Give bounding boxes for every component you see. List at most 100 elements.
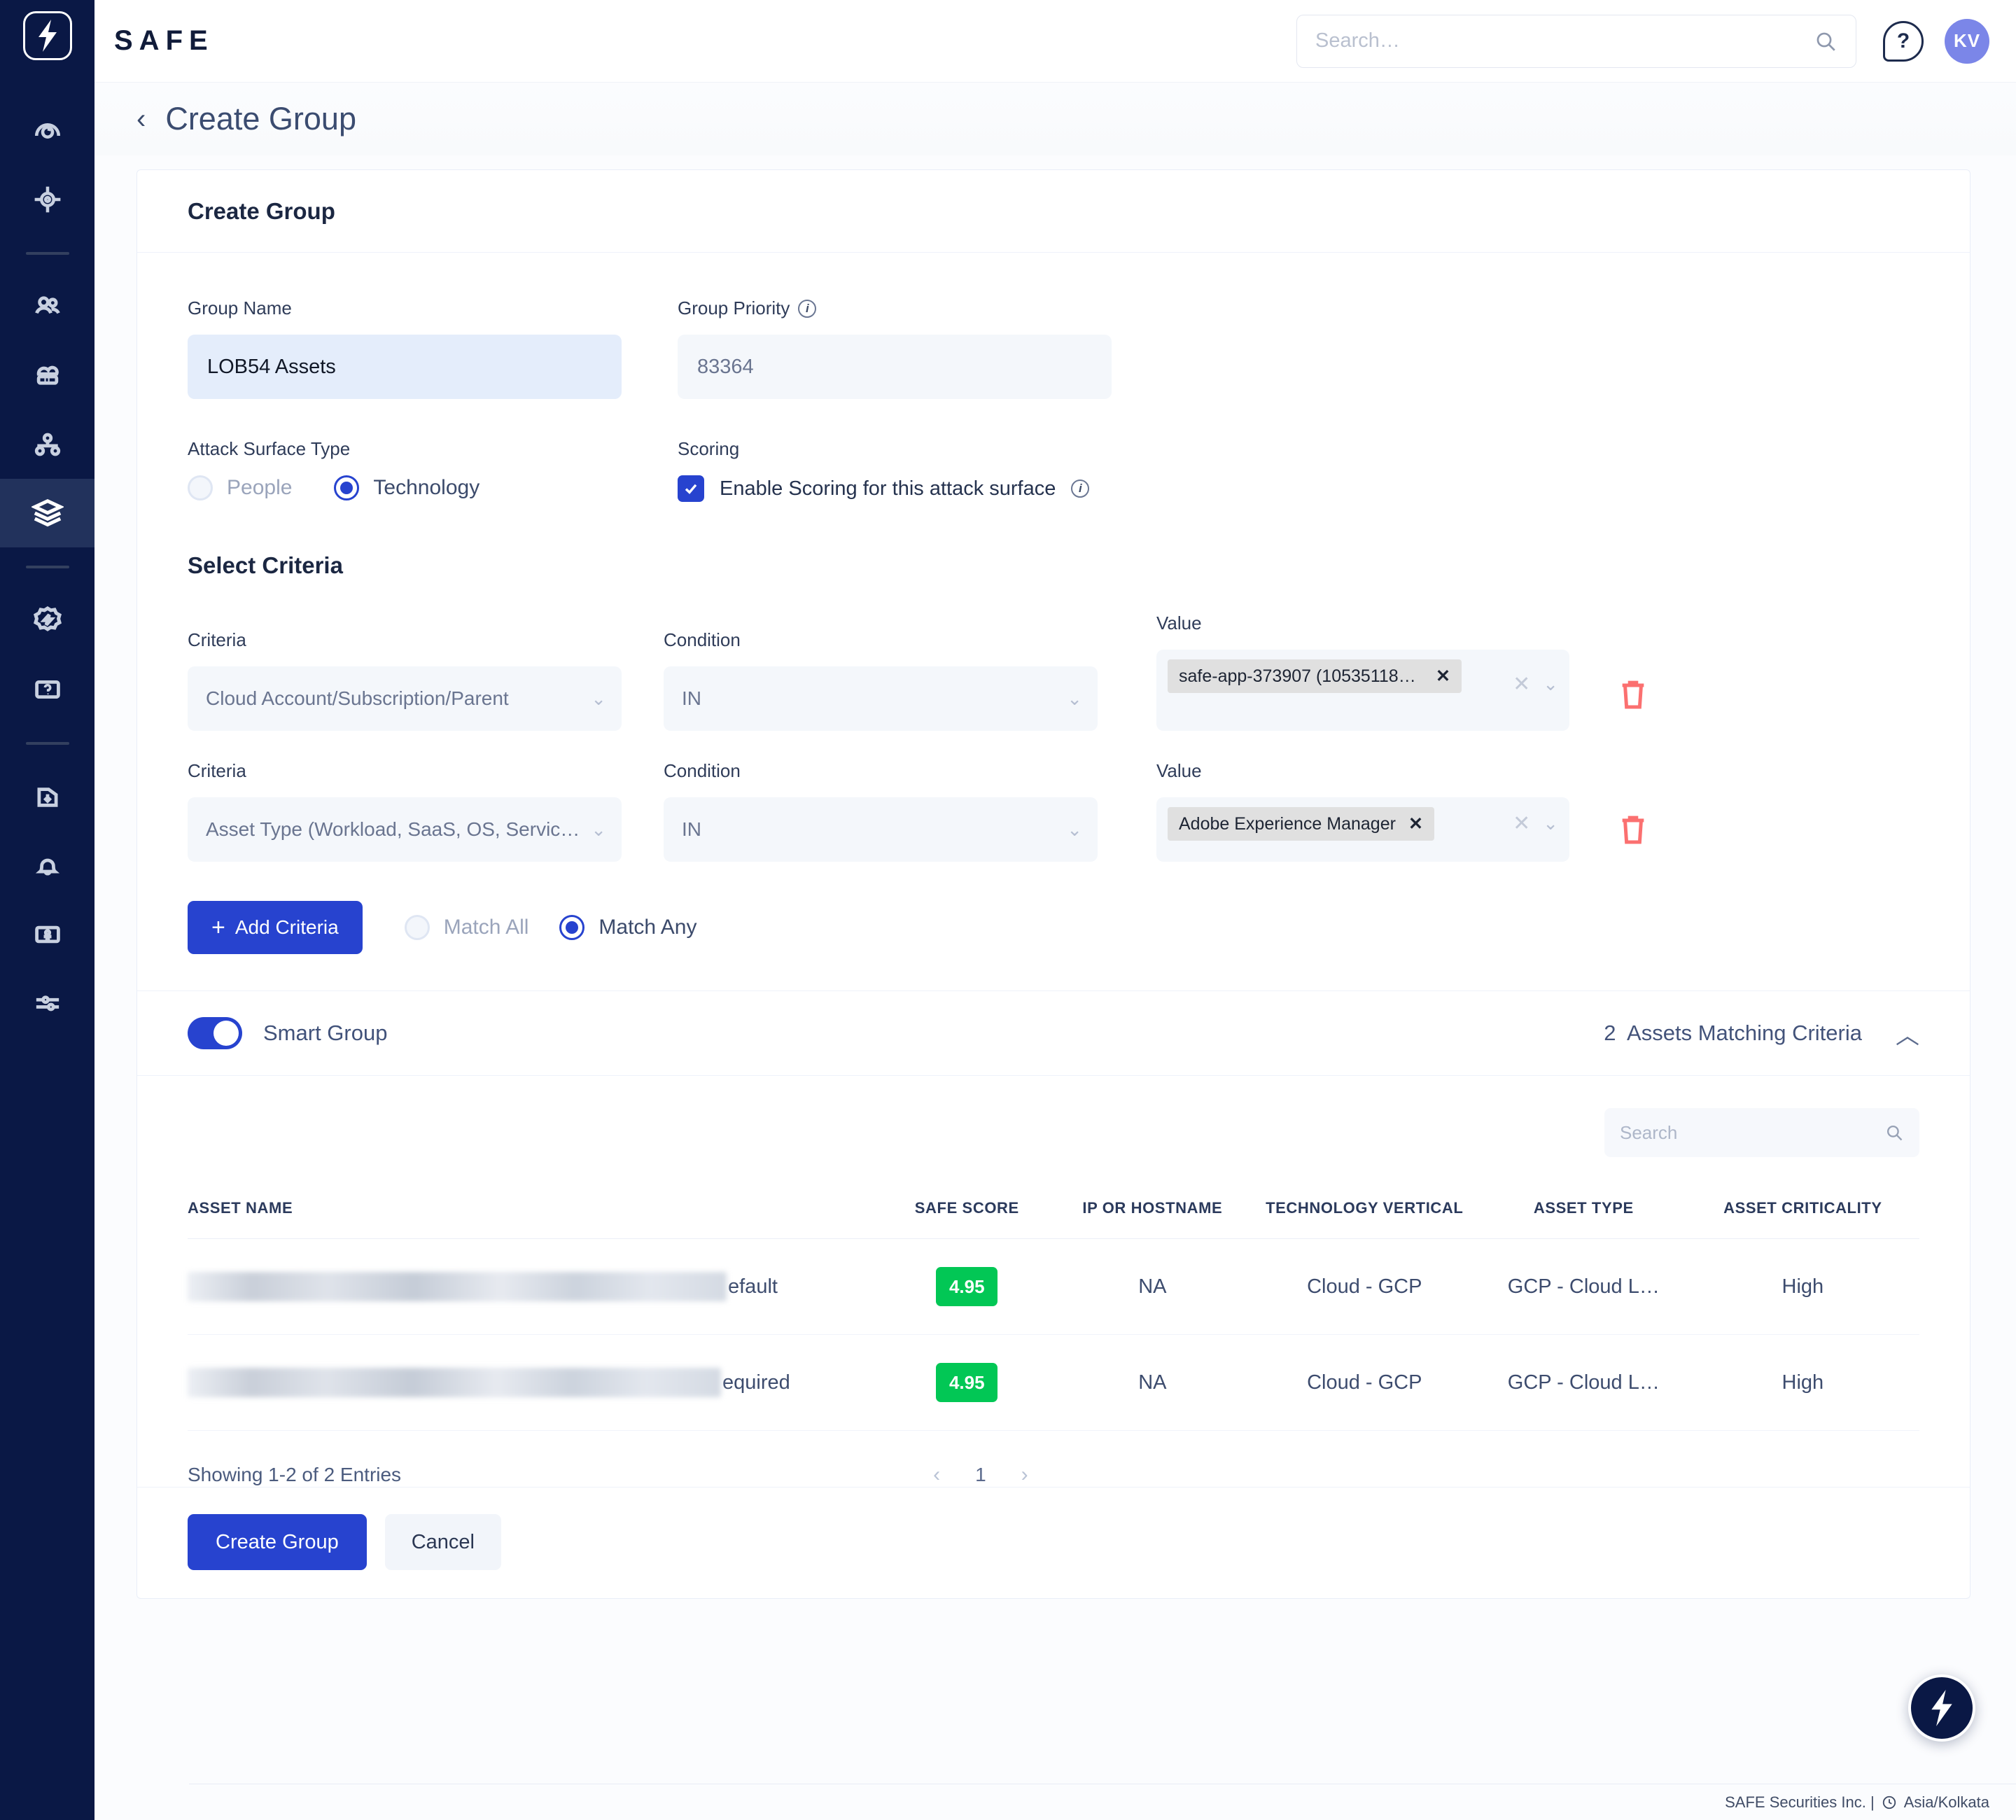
delete-criteria-button-1[interactable]	[1617, 677, 1649, 715]
radio-technology[interactable]: Technology	[334, 475, 479, 500]
criteria-select-2[interactable]: Asset Type (Workload, SaaS, OS, Service,…	[188, 797, 622, 862]
sidebar-item-reports[interactable]	[0, 900, 94, 969]
search-icon	[1886, 1125, 1903, 1141]
enable-scoring-label: Enable Scoring for this attack surface	[720, 477, 1056, 500]
scoring-info-icon[interactable]: i	[1071, 479, 1090, 498]
scoring-label: Scoring	[678, 438, 740, 459]
sidebar-item-cloud[interactable]	[0, 342, 94, 410]
page-prev-button[interactable]: ‹	[933, 1463, 940, 1487]
col-asset-name[interactable]: ASSET NAME	[188, 1199, 877, 1239]
value-field-2: Value Adobe Experience Manager ✕ ✕ ⌄	[1156, 760, 1569, 862]
sidebar-item-people[interactable]	[0, 273, 94, 342]
clear-all-icon[interactable]: ✕	[1513, 811, 1530, 836]
criteria-label-2: Criteria	[188, 760, 246, 781]
col-ip-hostname[interactable]: IP OR HOSTNAME	[1057, 1199, 1248, 1239]
value-chip-text: safe-app-373907 (1053511807…	[1179, 666, 1424, 686]
cell-asset-name: equired	[188, 1334, 877, 1431]
group-priority-input[interactable]: 83364	[678, 335, 1112, 399]
help-button[interactable]: ?	[1883, 20, 1924, 62]
collapse-chevron-up-icon[interactable]: ︿	[1896, 1016, 1919, 1051]
delete-criteria-button-2[interactable]	[1617, 812, 1649, 850]
radio-match-all[interactable]: Match All	[404, 915, 528, 940]
page-number-1[interactable]: 1	[975, 1464, 986, 1486]
asset-name-suffix: efault	[728, 1275, 778, 1298]
bolt-icon	[38, 20, 57, 52]
value-field-1: Value safe-app-373907 (1053511807… ✕ ✕ ⌄	[1156, 612, 1569, 731]
table-row[interactable]: equired 4.95 NA Cloud - GCP GCP - Cloud …	[188, 1334, 1919, 1431]
sidebar-item-targets[interactable]	[0, 165, 94, 234]
create-group-button[interactable]: Create Group	[188, 1514, 367, 1570]
page-next-button[interactable]: ›	[1021, 1463, 1028, 1487]
safe-bolt-logo[interactable]	[22, 11, 72, 60]
col-safe-score[interactable]: SAFE SCORE	[876, 1199, 1058, 1239]
cancel-button[interactable]: Cancel	[384, 1514, 501, 1570]
table-header-row: ASSET NAME SAFE SCORE IP OR HOSTNAME TEC…	[188, 1199, 1919, 1239]
radio-match-any[interactable]: Match Any	[559, 915, 697, 940]
enable-scoring-checkbox[interactable]	[678, 475, 704, 502]
sidebar-item-downloads[interactable]	[0, 763, 94, 832]
redacted-asset-name	[188, 1368, 721, 1397]
cell-technology-vertical: Cloud - GCP	[1247, 1334, 1481, 1431]
add-criteria-row: + Add Criteria Match All Match Any	[188, 901, 1919, 990]
cell-technology-vertical: Cloud - GCP	[1247, 1238, 1481, 1335]
avatar[interactable]: KV	[1945, 18, 1989, 64]
sidebar-item-notifications[interactable]	[0, 832, 94, 900]
add-criteria-button[interactable]: + Add Criteria	[188, 901, 363, 954]
condition-select-2[interactable]: IN ⌄	[664, 797, 1098, 862]
cloud-server-icon	[36, 365, 59, 385]
criteria-select-1[interactable]: Cloud Account/Subscription/Parent ⌄	[188, 666, 622, 731]
radio-technology-label: Technology	[373, 476, 480, 499]
table-row[interactable]: efault 4.95 NA Cloud - GCP GCP - Cloud L…	[188, 1238, 1919, 1335]
value-select-1[interactable]: safe-app-373907 (1053511807… ✕ ✕ ⌄	[1156, 650, 1569, 731]
radio-match-any-label: Match Any	[598, 916, 697, 939]
criteria-row-2: Criteria Asset Type (Workload, SaaS, OS,…	[188, 760, 1919, 862]
group-name-input[interactable]: LOB54 Assets	[188, 335, 622, 399]
assets-search[interactable]	[1604, 1108, 1919, 1157]
clear-all-icon[interactable]: ✕	[1513, 672, 1530, 696]
cell-safe-score: 4.95	[876, 1334, 1058, 1431]
select-criteria-title: Select Criteria	[188, 552, 343, 578]
radio-match-any-dot	[559, 915, 585, 940]
group-priority-label-text: Group Priority	[678, 298, 790, 318]
speedometer-icon	[34, 123, 60, 139]
value-chip[interactable]: Adobe Experience Manager ✕	[1168, 807, 1434, 841]
assets-table: ASSET NAME SAFE SCORE IP OR HOSTNAME TEC…	[188, 1199, 1919, 1431]
sidebar-item-help[interactable]	[0, 655, 94, 724]
col-asset-type[interactable]: ASSET TYPE	[1480, 1199, 1686, 1239]
global-search[interactable]	[1296, 14, 1856, 68]
value-actions-2: ✕ ⌄	[1513, 807, 1558, 836]
col-technology-vertical[interactable]: TECHNOLOGY VERTICAL	[1247, 1199, 1481, 1239]
sidebar-item-dashboard[interactable]	[0, 97, 94, 165]
sidebar-item-settings[interactable]	[0, 969, 94, 1037]
value-chip[interactable]: safe-app-373907 (1053511807… ✕	[1168, 659, 1462, 693]
status-badge: 4.95	[936, 1363, 998, 1402]
sidebar-item-badge[interactable]	[0, 587, 94, 655]
radio-people[interactable]: People	[188, 475, 292, 500]
chevron-down-icon: ⌄	[1067, 818, 1082, 840]
smart-group-toggle[interactable]	[188, 1017, 242, 1049]
bolt-icon	[1931, 1690, 1952, 1726]
bell-icon	[35, 858, 59, 876]
chip-remove-icon[interactable]: ✕	[1436, 666, 1450, 687]
group-priority-label: Group Priority i	[678, 298, 1112, 319]
chevron-down-icon: ⌄	[1067, 687, 1082, 709]
value-label-2: Value	[1156, 760, 1202, 781]
attack-surface-radios: People Technology	[188, 475, 622, 500]
value-select-2[interactable]: Adobe Experience Manager ✕ ✕ ⌄	[1156, 797, 1569, 862]
col-asset-criticality[interactable]: ASSET CRITICALITY	[1686, 1199, 1919, 1239]
chip-remove-icon[interactable]: ✕	[1408, 813, 1423, 834]
sidebar-item-groups[interactable]	[0, 479, 94, 547]
criteria-field-1: Criteria Cloud Account/Subscription/Pare…	[188, 629, 622, 731]
chevron-down-icon[interactable]: ⌄	[1543, 813, 1558, 834]
radio-technology-dot	[334, 475, 360, 500]
back-button[interactable]: ‹	[136, 105, 146, 133]
info-icon[interactable]: i	[798, 299, 817, 318]
condition-select-1[interactable]: IN ⌄	[664, 666, 1098, 731]
sidebar-item-network[interactable]	[0, 410, 94, 479]
assets-table-head: ASSET NAME SAFE SCORE IP OR HOSTNAME TEC…	[188, 1199, 1919, 1239]
cell-asset-type: GCP - Cloud L…	[1480, 1238, 1686, 1335]
search-input[interactable]	[1315, 29, 1814, 52]
chevron-down-icon[interactable]: ⌄	[1543, 673, 1558, 695]
support-fab-button[interactable]	[1908, 1674, 1975, 1742]
assets-search-input[interactable]	[1620, 1121, 1884, 1144]
